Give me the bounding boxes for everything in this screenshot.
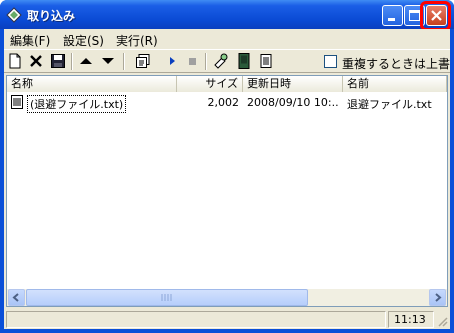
resize-grip-icon[interactable] [436, 315, 448, 327]
column-header-name[interactable]: 名称 [7, 76, 177, 92]
chevron-left-icon [12, 293, 19, 302]
column-header-filename[interactable]: 名前 [343, 76, 447, 92]
scroll-thumb[interactable] [26, 289, 308, 306]
notes-icon[interactable] [258, 53, 274, 69]
status-bar: 11:13 [4, 309, 450, 329]
column-header-size[interactable]: サイズ [177, 76, 243, 92]
toolbar: 重複するときは上書き [4, 49, 450, 73]
text-file-icon [11, 95, 23, 109]
play-icon[interactable] [164, 53, 180, 69]
properties-icon[interactable] [135, 53, 151, 69]
menu-bar: 編集(F) 設定(S) 実行(R) [4, 29, 450, 49]
overwrite-checkbox-label: 重複するときは上書き [342, 57, 450, 71]
menu-run[interactable]: 実行(R) [116, 32, 158, 49]
column-header-modified[interactable]: 更新日時 [243, 76, 343, 92]
row-filename: 退避ファイル.txt [347, 98, 432, 111]
file-list[interactable]: 名称 サイズ 更新日時 名前 (退避ファイル.txt) 2,002 2008/0… [6, 75, 448, 307]
device-icon[interactable] [236, 53, 252, 69]
save-icon[interactable] [50, 53, 66, 69]
move-up-icon[interactable] [78, 53, 94, 69]
title-bar[interactable]: 取り込み [0, 0, 454, 31]
status-pane-main [6, 311, 386, 328]
row-name: (退避ファイル.txt) [27, 95, 127, 113]
minimize-button[interactable] [382, 5, 403, 26]
client-area: 編集(F) 設定(S) 実行(R) 重複するときは上書 名称 サイズ 更新日時 … [4, 29, 450, 329]
stop-icon[interactable] [184, 53, 200, 69]
scroll-right-button[interactable] [429, 289, 446, 306]
chevron-right-icon [435, 293, 442, 302]
close-button-highlight [420, 1, 451, 31]
app-window: 取り込み 編集(F) 設定(S) 実行(R) 重複するときは上書 名称 サイズ … [0, 0, 454, 333]
delete-icon[interactable] [28, 53, 44, 69]
toolbar-separator [205, 53, 207, 70]
list-item[interactable]: (退避ファイル.txt) 2,002 2008/09/10 10:... 退避フ… [7, 95, 447, 113]
app-icon [6, 7, 22, 23]
minimize-icon [388, 18, 395, 21]
grip-icon [161, 294, 172, 301]
toolbar-separator [71, 53, 73, 70]
menu-settings[interactable]: 設定(S) [63, 32, 104, 49]
horizontal-scrollbar[interactable] [7, 289, 447, 306]
toolbar-separator [123, 53, 125, 70]
new-file-icon[interactable] [7, 53, 23, 69]
scroll-left-button[interactable] [8, 289, 25, 306]
window-title: 取り込み [27, 9, 76, 23]
row-modified: 2008/09/10 10:... [247, 96, 339, 109]
overwrite-checkbox[interactable] [324, 55, 337, 68]
menu-edit[interactable]: 編集(F) [10, 32, 50, 49]
list-header: 名称 サイズ 更新日時 名前 [7, 76, 447, 92]
status-time: 11:13 [394, 313, 426, 326]
move-down-icon[interactable] [100, 53, 116, 69]
tools-icon[interactable] [213, 53, 229, 69]
row-size: 2,002 [207, 96, 240, 109]
